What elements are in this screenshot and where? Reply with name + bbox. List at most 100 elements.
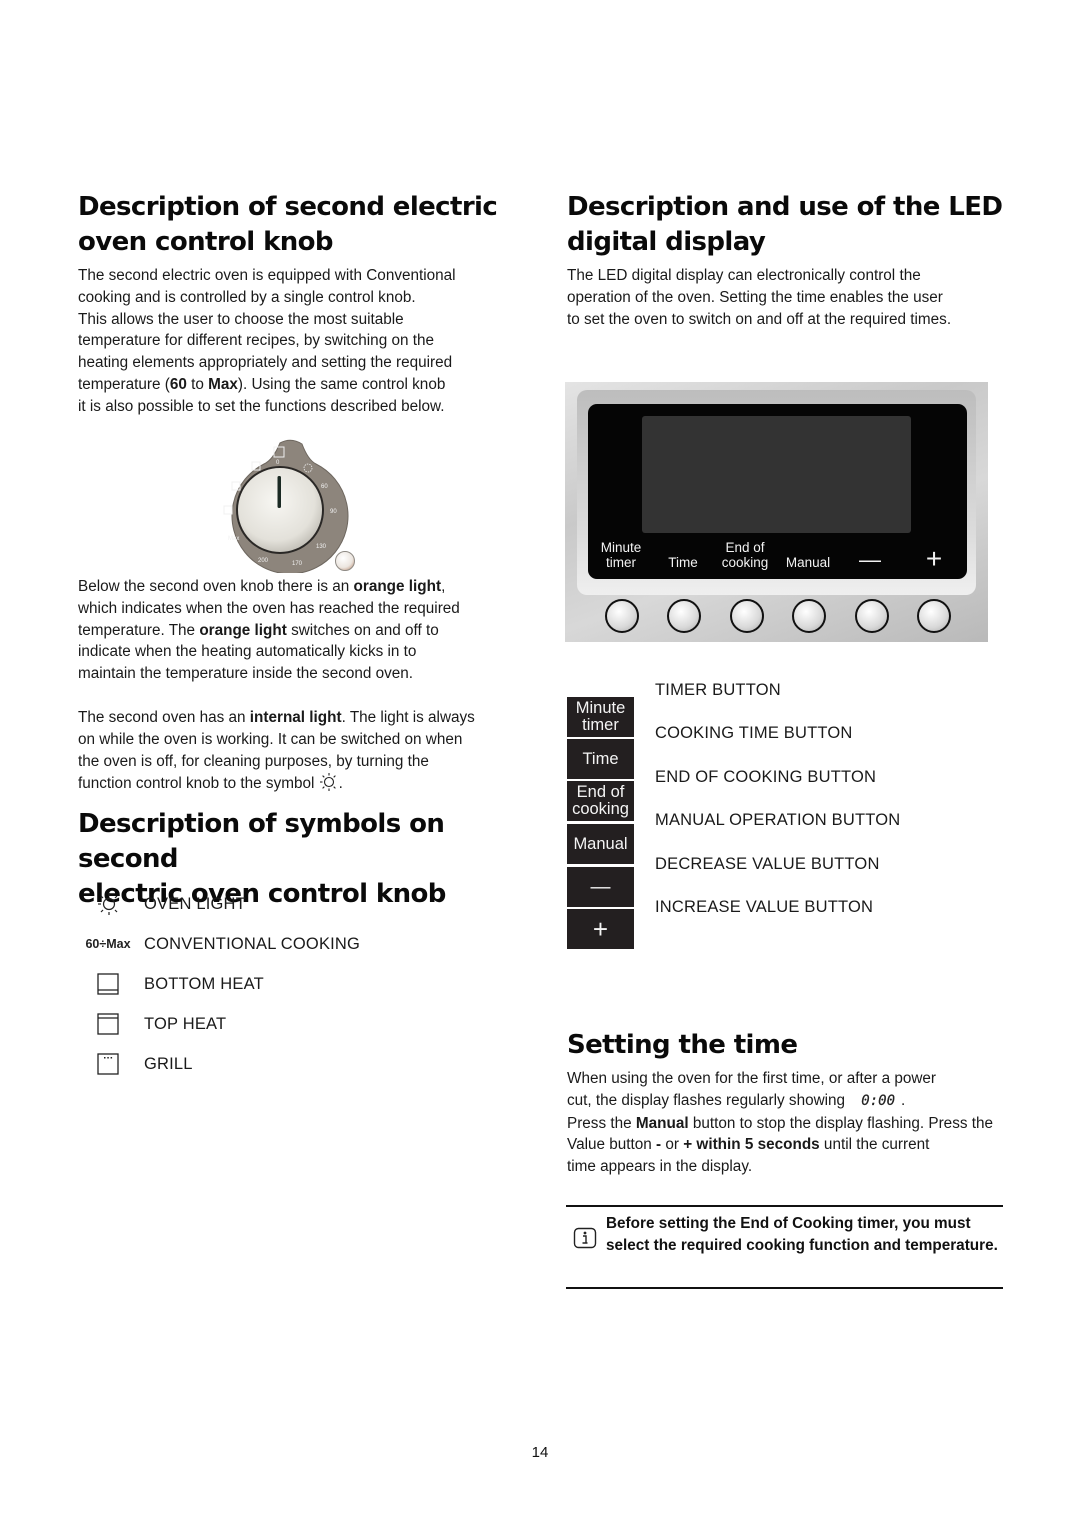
text-fragment: ). Using the same control knob: [237, 375, 446, 393]
temperature-range-label: 60÷Max: [85, 937, 131, 951]
text-fragment: or: [661, 1136, 684, 1154]
internal-light-paragraph: The second oven has an internal light. T…: [78, 707, 518, 795]
symbol-icon-cell: [74, 973, 142, 995]
text-fragment: button to stop the display flashing. Pre…: [688, 1114, 993, 1132]
symbol-row-conventional-cooking: 60÷Max CONVENTIONAL COOKING: [74, 929, 360, 959]
note-text: Before setting the End of Cooking timer,…: [606, 1215, 998, 1254]
text-line: The second electric oven is equipped wit…: [78, 267, 456, 284]
knob-section: Description of second electric oven cont…: [78, 190, 518, 418]
title-line: Description of symbols on second: [78, 809, 445, 874]
label-line: End of: [725, 540, 765, 555]
bold-text: Manual: [635, 1114, 689, 1132]
label-line: Time: [668, 555, 698, 570]
symbol-icon-cell: [74, 1013, 142, 1035]
key-line: End of: [576, 783, 625, 801]
defrost-icon: [223, 505, 233, 515]
text-line: to set the oven to switch on and off at …: [567, 310, 952, 328]
bottom-heat-icon: [97, 973, 119, 995]
legend-label-cooking-time: COOKING TIME BUTTON: [655, 724, 853, 742]
text-line: maintain the temperature inside the seco…: [78, 665, 414, 683]
label-line: cooking: [721, 555, 769, 570]
symbol-icon-cell: [74, 892, 142, 916]
text-line: heating elements appropriately and setti…: [78, 354, 453, 372]
end-of-cooking-button[interactable]: [730, 599, 764, 633]
symbol-row-top-heat: TOP HEAT: [74, 1009, 226, 1039]
legend-key-minute-timer: Minute timer: [567, 697, 634, 737]
panel-label-plus: +: [914, 543, 954, 574]
section-title-knob: Description of second electric oven cont…: [78, 190, 518, 260]
time-button[interactable]: [667, 599, 701, 633]
text-line: When using the oven for the first time, …: [567, 1070, 937, 1087]
panel-label-time: Time: [660, 555, 706, 570]
panel-label-minute-timer: Minute timer: [590, 540, 652, 570]
legend-label-decrease: DECREASE VALUE BUTTON: [655, 855, 880, 873]
symbol-label: CONVENTIONAL COOKING: [144, 934, 361, 953]
bold-text: Max: [208, 375, 238, 393]
text-line: it is also possible to set the functions…: [78, 397, 445, 415]
info-icon: [573, 1227, 597, 1249]
text-line: the oven is off, for cleaning purposes, …: [78, 752, 429, 770]
title-line: Description and use of the LED: [567, 192, 1003, 222]
text-line: on while the oven is working. It can be …: [78, 730, 463, 748]
key-line: timer: [582, 716, 619, 734]
top-heat-icon: [97, 1013, 119, 1035]
symbol-row-oven-light: OVEN LIGHT: [74, 889, 246, 919]
page-number: 14: [531, 1444, 549, 1461]
text-line: which indicates when the oven has reache…: [78, 599, 460, 617]
led-control-panel: Minute timer Time End of cooking Manual …: [565, 382, 988, 642]
oven-light-icon: [98, 893, 118, 915]
text-line: operation of the oven. Setting the time …: [567, 288, 943, 306]
text-line: temperature for different recipes, by sw…: [78, 332, 434, 350]
title-line: oven control knob: [78, 227, 334, 257]
oven-knob-illustration: 0 60 90 130 170 200 Max: [218, 438, 363, 575]
text-line: This allows the user to choose the most …: [78, 310, 404, 328]
text-fragment: to: [186, 375, 209, 393]
setting-time-section: Setting the time When using the oven for…: [567, 1028, 1037, 1178]
knob-mark-max: Max: [228, 536, 239, 542]
panel-label-manual: Manual: [780, 555, 836, 570]
bold-text: 60: [169, 375, 187, 393]
legend-label-increase: INCREASE VALUE BUTTON: [655, 898, 874, 916]
control-knob: 0 60 90 130 170 200 Max: [223, 439, 355, 575]
text-fragment: cut, the display flashes regularly showi…: [567, 1091, 846, 1109]
knob-description: The second electric oven is equipped wit…: [78, 265, 518, 418]
led-description: The LED digital display can electronical…: [567, 265, 1017, 330]
orange-indicator-light: [335, 551, 355, 571]
panel-label-minus: —: [850, 549, 890, 571]
text-fragment: .: [338, 775, 343, 793]
increase-button[interactable]: [917, 599, 951, 633]
symbol-label: BOTTOM HEAT: [144, 974, 264, 993]
symbol-label: GRILL: [144, 1054, 193, 1073]
symbol-icon-cell: [74, 1053, 142, 1075]
legend-key-end-of-cooking: End of cooking: [567, 781, 634, 821]
symbol-row-grill: GRILL: [74, 1049, 193, 1079]
text-line: indicate when the heating automatically …: [78, 643, 417, 661]
oven-light-icon: [319, 773, 336, 792]
title-line: digital display: [567, 227, 766, 257]
knob-mark-170: 170: [292, 561, 303, 567]
decrease-button[interactable]: [855, 599, 889, 633]
text-fragment: The second oven has an: [78, 709, 250, 726]
legend-key-manual: Manual: [567, 824, 634, 864]
text-fragment: switches on and off to: [286, 621, 439, 639]
legend-key-plus: +: [567, 909, 634, 949]
manual-button[interactable]: [792, 599, 826, 633]
knob-mark-90: 90: [330, 509, 337, 515]
key-line: Time: [582, 749, 619, 768]
led-section: Description and use of the LED digital d…: [567, 190, 1017, 330]
text-fragment: Value button: [567, 1136, 657, 1154]
grill-icon: [97, 1053, 119, 1075]
text-fragment: until the current: [819, 1136, 930, 1154]
led-display-screen: [642, 416, 911, 533]
minus-icon: —: [590, 875, 611, 898]
minus-icon: —: [859, 547, 881, 572]
knob-pointer: [277, 476, 281, 508]
knob-mark-200: 200: [258, 558, 269, 564]
label-line: Minute: [600, 540, 642, 555]
text-fragment: ,: [441, 578, 446, 595]
plus-icon: +: [925, 543, 943, 574]
bold-text: + within 5 seconds: [683, 1136, 820, 1154]
legend-label-end-of-cooking: END OF COOKING BUTTON: [655, 768, 877, 786]
minute-timer-button[interactable]: [605, 599, 639, 633]
info-note: Before setting the End of Cooking timer,…: [566, 1205, 1003, 1289]
